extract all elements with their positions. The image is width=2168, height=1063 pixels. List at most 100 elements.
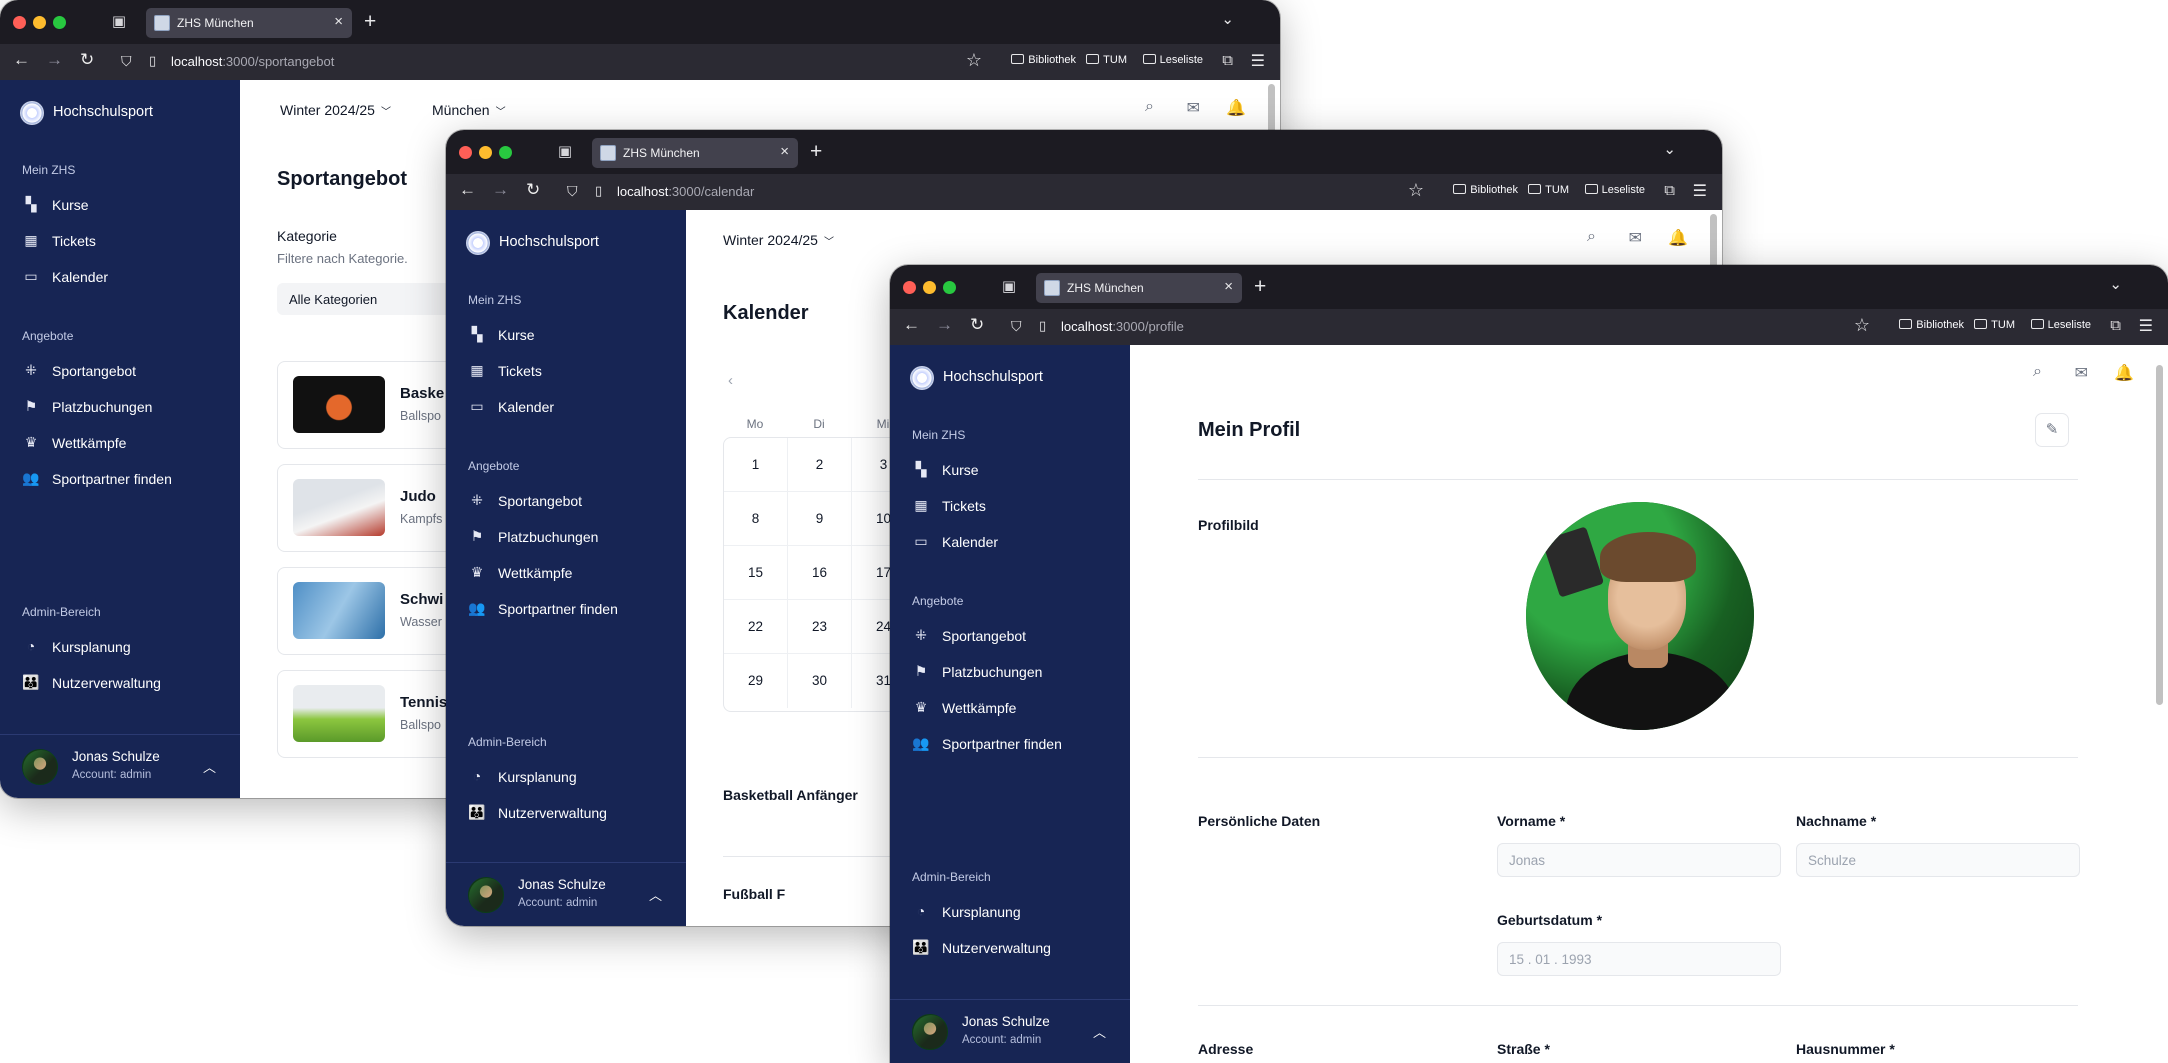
search-icon[interactable]: ⌕ bbox=[1145, 98, 1154, 116]
bell-icon[interactable]: 🔔 bbox=[1668, 228, 1688, 248]
maximize-window-button[interactable] bbox=[943, 281, 956, 294]
sidebar-item-kalender[interactable]: ▭ Kalender bbox=[912, 530, 1122, 554]
browser-tab[interactable]: ZHS München × bbox=[592, 138, 798, 168]
minimize-window-button[interactable] bbox=[923, 281, 936, 294]
sidebar-item-sportpartner[interactable]: 👥 Sportpartner finden bbox=[912, 732, 1122, 756]
sidebar-item-wettkaempfe[interactable]: ♛ Wettkämpfe bbox=[468, 561, 678, 585]
mail-icon[interactable]: ✉ bbox=[1629, 228, 1642, 248]
sidebar-item-kurse[interactable]: ▚ Kurse bbox=[22, 193, 232, 217]
sidebar-item-kurse[interactable]: ▚ Kurse bbox=[468, 323, 678, 347]
chevron-up-icon[interactable]: ︿ bbox=[649, 885, 662, 904]
event-title[interactable]: Fußball F bbox=[723, 886, 785, 902]
sidebar-item-sportpartner[interactable]: 👥 Sportpartner finden bbox=[22, 467, 232, 491]
new-tab-button[interactable]: + bbox=[810, 140, 822, 164]
extensions-icon[interactable]: ⧉ bbox=[1664, 182, 1675, 199]
sidebar-item-platzbuchungen[interactable]: ⚑ Platzbuchungen bbox=[912, 660, 1122, 684]
maximize-window-button[interactable] bbox=[53, 16, 66, 29]
edit-button[interactable]: ✎ bbox=[2035, 413, 2069, 447]
back-button[interactable]: ← bbox=[459, 180, 476, 200]
maximize-window-button[interactable] bbox=[499, 146, 512, 159]
sidebar-item-kalender[interactable]: ▭ Kalender bbox=[22, 265, 232, 289]
close-tab-icon[interactable]: × bbox=[780, 143, 789, 160]
close-tab-icon[interactable]: × bbox=[1224, 278, 1233, 295]
bell-icon[interactable]: 🔔 bbox=[1226, 98, 1246, 118]
sidebar-item-kalender[interactable]: ▭ Kalender bbox=[468, 395, 678, 419]
hamburger-menu-icon[interactable]: ☰ bbox=[1693, 181, 1707, 201]
scrollbar[interactable] bbox=[2156, 365, 2163, 705]
bookmark-tum[interactable]: TUM bbox=[1528, 184, 1569, 196]
bookmark-star-icon[interactable]: ☆ bbox=[966, 50, 982, 71]
sidebar-item-platzbuchungen[interactable]: ⚑ Platzbuchungen bbox=[22, 395, 232, 419]
bookmark-bibliothek[interactable]: Bibliothek bbox=[1011, 54, 1076, 66]
user-menu[interactable]: Jonas Schulze Account: admin ︿ bbox=[446, 862, 686, 926]
user-menu[interactable]: Jonas Schulze Account: admin ︿ bbox=[0, 734, 240, 798]
sidebar-item-kurse[interactable]: ▚ Kurse bbox=[912, 458, 1122, 482]
sidebar-item-platzbuchungen[interactable]: ⚑ Platzbuchungen bbox=[468, 525, 678, 549]
close-window-button[interactable] bbox=[13, 16, 26, 29]
back-button[interactable]: ← bbox=[13, 50, 30, 70]
mail-icon[interactable]: ✉ bbox=[2075, 363, 2088, 383]
sidebar-item-sportangebot[interactable]: ⁜ Sportangebot bbox=[22, 359, 232, 383]
forward-button[interactable]: → bbox=[46, 50, 63, 70]
calendar-day[interactable]: 29 bbox=[724, 654, 788, 708]
url-bar[interactable]: localhost:3000/sportangebot bbox=[171, 54, 334, 69]
forward-button[interactable]: → bbox=[492, 180, 509, 200]
mail-icon[interactable]: ✉ bbox=[1187, 98, 1200, 118]
calendar-day[interactable]: 22 bbox=[724, 600, 788, 654]
semester-dropdown[interactable]: Winter 2024/25 ﹀ bbox=[723, 232, 834, 248]
browser-tab[interactable]: ZHS München × bbox=[1036, 273, 1242, 303]
semester-dropdown[interactable]: Winter 2024/25 ﹀ bbox=[280, 102, 391, 118]
search-icon[interactable]: ⌕ bbox=[1587, 228, 1596, 246]
close-window-button[interactable] bbox=[459, 146, 472, 159]
bookmark-bibliothek[interactable]: Bibliothek bbox=[1453, 184, 1518, 196]
first-name-field[interactable]: Jonas bbox=[1497, 843, 1781, 877]
tab-groups-icon[interactable]: ▣ bbox=[1000, 278, 1018, 296]
bookmark-leseliste[interactable]: Leseliste bbox=[1142, 54, 1203, 66]
tab-list-chevron-icon[interactable]: ⌄ bbox=[2109, 275, 2122, 293]
chevron-up-icon[interactable]: ︿ bbox=[203, 757, 216, 776]
last-name-field[interactable]: Schulze bbox=[1796, 843, 2080, 877]
sidebar-item-kursplanung[interactable]: ◔ Kursplanung bbox=[22, 635, 232, 659]
sidebar-item-wettkaempfe[interactable]: ♛ Wettkämpfe bbox=[912, 696, 1122, 720]
hamburger-menu-icon[interactable]: ☰ bbox=[1251, 51, 1265, 71]
calendar-day[interactable]: 2 bbox=[788, 438, 852, 492]
sidebar-item-sportangebot[interactable]: ⁜ Sportangebot bbox=[912, 624, 1122, 648]
close-window-button[interactable] bbox=[903, 281, 916, 294]
bookmark-star-icon[interactable]: ☆ bbox=[1408, 180, 1424, 201]
tab-list-chevron-icon[interactable]: ⌄ bbox=[1221, 10, 1234, 28]
minimize-window-button[interactable] bbox=[33, 16, 46, 29]
shield-icon[interactable]: ⛉ bbox=[567, 183, 578, 200]
extensions-icon[interactable]: ⧉ bbox=[2110, 317, 2121, 334]
calendar-day[interactable]: 1 bbox=[724, 438, 788, 492]
location-dropdown[interactable]: München ﹀ bbox=[432, 102, 506, 118]
tab-groups-icon[interactable]: ▣ bbox=[110, 13, 128, 31]
bookmark-tum[interactable]: TUM bbox=[1974, 319, 2015, 331]
sidebar-item-nutzerverwaltung[interactable]: 👪 Nutzerverwaltung bbox=[912, 936, 1122, 960]
bell-icon[interactable]: 🔔 bbox=[2114, 363, 2134, 383]
user-menu[interactable]: Jonas Schulze Account: admin ︿ bbox=[890, 999, 1130, 1063]
sidebar-item-tickets[interactable]: ▦ Tickets bbox=[912, 494, 1122, 518]
reload-button[interactable]: ↻ bbox=[80, 50, 94, 70]
close-tab-icon[interactable]: × bbox=[334, 13, 343, 30]
sidebar-item-nutzerverwaltung[interactable]: 👪 Nutzerverwaltung bbox=[22, 671, 232, 695]
sidebar-item-sportangebot[interactable]: ⁜ Sportangebot bbox=[468, 489, 678, 513]
reload-button[interactable]: ↻ bbox=[526, 180, 540, 200]
extensions-icon[interactable]: ⧉ bbox=[1222, 52, 1233, 69]
minimize-window-button[interactable] bbox=[479, 146, 492, 159]
new-tab-button[interactable]: + bbox=[1254, 275, 1266, 299]
bookmark-tum[interactable]: TUM bbox=[1086, 54, 1127, 66]
url-bar[interactable]: localhost:3000/calendar bbox=[617, 184, 754, 199]
bookmark-leseliste[interactable]: Leseliste bbox=[2030, 319, 2091, 331]
bookmark-bibliothek[interactable]: Bibliothek bbox=[1899, 319, 1964, 331]
category-select[interactable]: Alle Kategorien bbox=[277, 283, 457, 315]
reload-button[interactable]: ↻ bbox=[970, 315, 984, 335]
new-tab-button[interactable]: + bbox=[364, 10, 376, 34]
calendar-day[interactable]: 9 bbox=[788, 492, 852, 546]
calendar-day[interactable]: 8 bbox=[724, 492, 788, 546]
chevron-up-icon[interactable]: ︿ bbox=[1093, 1022, 1106, 1041]
shield-icon[interactable]: ⛉ bbox=[1011, 318, 1022, 335]
tab-list-chevron-icon[interactable]: ⌄ bbox=[1663, 140, 1676, 158]
sidebar-item-sportpartner[interactable]: 👥 Sportpartner finden bbox=[468, 597, 678, 621]
profile-picture[interactable] bbox=[1526, 502, 1754, 730]
sidebar-item-tickets[interactable]: ▦ Tickets bbox=[468, 359, 678, 383]
